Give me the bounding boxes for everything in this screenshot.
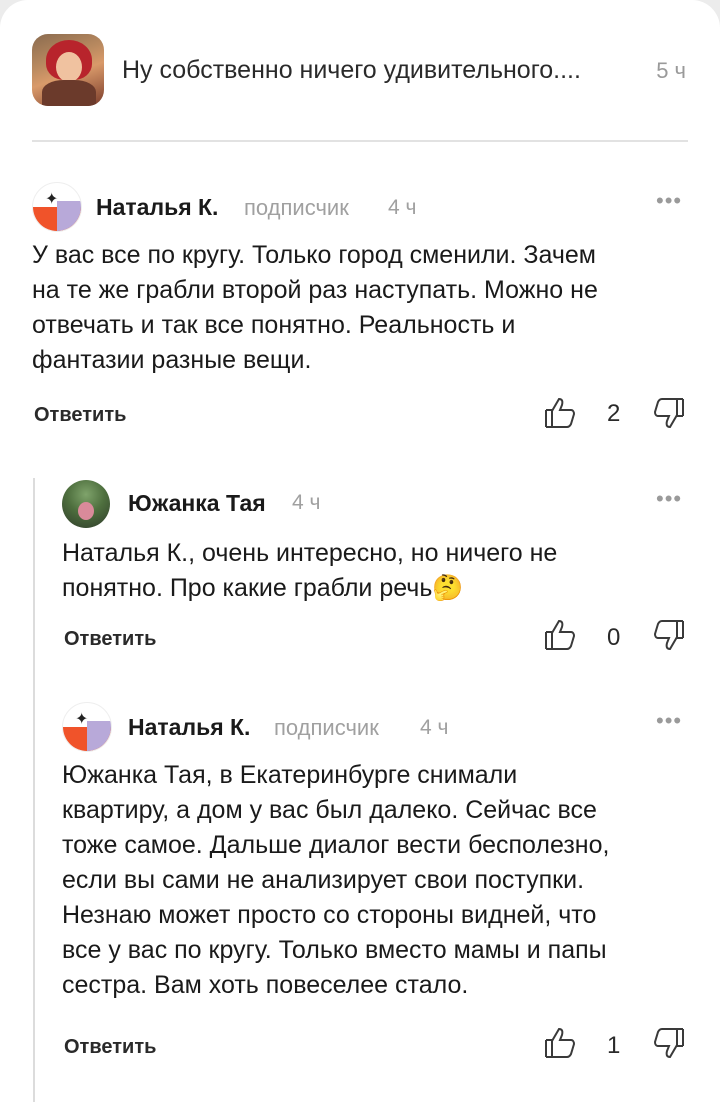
thumb-down-icon[interactable]	[652, 1026, 686, 1060]
more-dots-icon[interactable]: •••	[656, 188, 682, 214]
thumb-up-icon[interactable]	[543, 396, 577, 430]
reply-thread-line	[33, 478, 35, 1102]
comment-time: 4 ч	[292, 491, 321, 514]
reply-button[interactable]: Ответить	[64, 1036, 156, 1059]
thumb-up-icon[interactable]	[543, 1026, 577, 1060]
comment-text: Наталья К., очень интересно, но ничего н…	[62, 539, 558, 602]
like-count: 0	[607, 624, 621, 651]
thread-header[interactable]: Ну собственно ничего удивительного.... 5…	[32, 34, 692, 106]
thumb-up-icon[interactable]	[543, 618, 577, 652]
like-count: 1	[607, 1032, 621, 1059]
comment-author[interactable]: Южанка Тая	[128, 490, 266, 517]
comment-author[interactable]: Наталья К.	[128, 714, 250, 741]
thread-time: 5 ч	[656, 58, 686, 83]
reply-button[interactable]: Ответить	[34, 404, 126, 427]
subscriber-badge: подписчик	[244, 195, 349, 220]
subscriber-badge: подписчик	[274, 715, 379, 740]
comment-time: 4 ч	[420, 716, 449, 739]
commenter-avatar[interactable]	[62, 480, 110, 528]
comment-text: У вас все по кругу. Только город сменили…	[32, 241, 598, 374]
commenter-avatar[interactable]: ✦	[32, 182, 82, 232]
more-dots-icon[interactable]: •••	[656, 486, 682, 512]
comment-author[interactable]: Наталья К.	[96, 194, 218, 221]
more-dots-icon[interactable]: •••	[656, 708, 682, 734]
thread-title[interactable]: Ну собственно ничего удивительного....	[122, 56, 581, 85]
thumb-down-icon[interactable]	[652, 618, 686, 652]
comment-text: Южанка Тая, в Екатеринбурге снимали квар…	[62, 761, 610, 999]
comment-time: 4 ч	[388, 196, 417, 219]
comments-sheet: Ну собственно ничего удивительного.... 5…	[0, 0, 720, 1102]
thumb-down-icon[interactable]	[652, 396, 686, 430]
divider	[32, 140, 688, 142]
thread-author-avatar[interactable]	[32, 34, 104, 106]
like-count: 2	[607, 400, 621, 427]
reply-button[interactable]: Ответить	[64, 628, 156, 651]
commenter-avatar[interactable]: ✦	[62, 702, 112, 752]
